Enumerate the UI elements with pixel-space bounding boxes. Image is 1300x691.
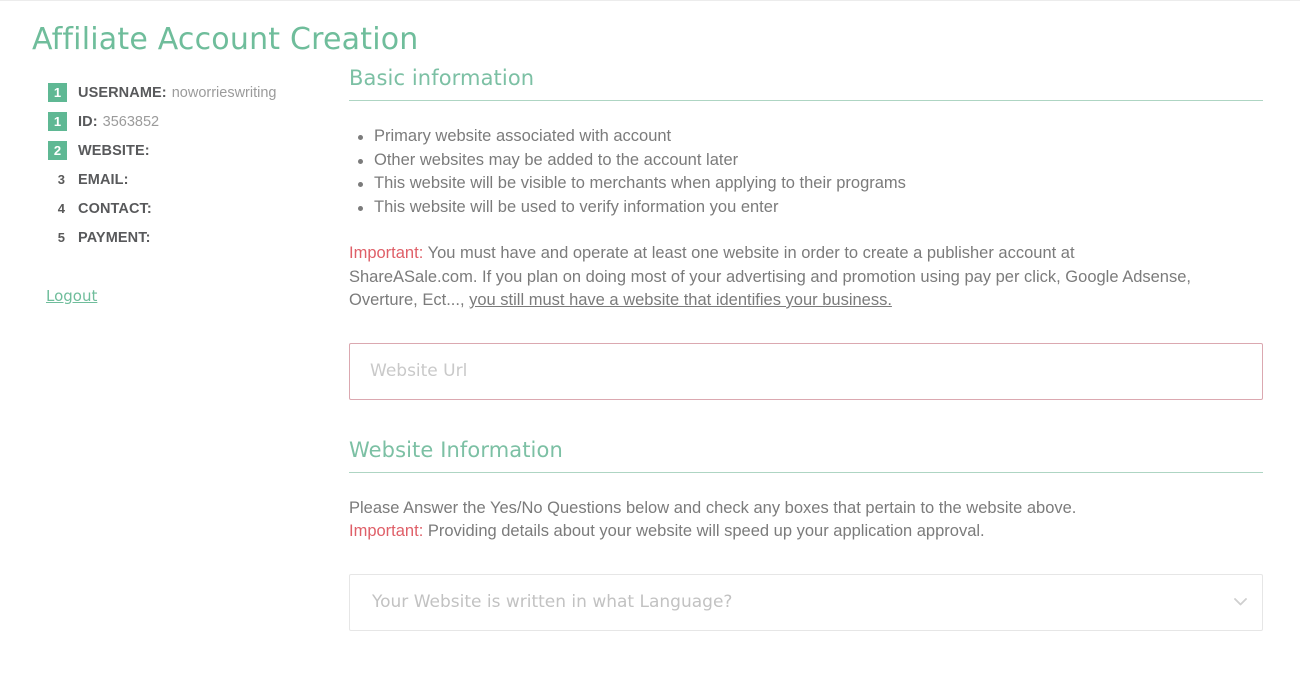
section-divider (349, 471, 1263, 473)
step-label: ID: (78, 113, 98, 130)
sidebar-step-username[interactable]: 1 USERNAME: noworrieswriting (48, 78, 328, 107)
page-top-divider (0, 0, 1300, 1)
step-label: USERNAME: (78, 84, 167, 101)
sidebar-step-email[interactable]: 3 EMAIL: (48, 165, 328, 194)
note-emphasis: you still must have a website that ident… (469, 291, 892, 309)
list-item: Primary website associated with account (358, 125, 1263, 149)
important-tag: Important: (349, 522, 424, 540)
step-label: WEBSITE: (78, 142, 150, 159)
step-label: CONTACT: (78, 200, 152, 217)
logout-link[interactable]: Logout (46, 287, 97, 305)
list-item: Other websites may be added to the accou… (358, 149, 1263, 173)
sidebar-step-contact[interactable]: 4 CONTACT: (48, 194, 328, 223)
list-item: This website will be used to verify info… (358, 196, 1263, 220)
step-number-badge: 1 (48, 83, 67, 102)
page-title: Affiliate Account Creation (32, 22, 419, 58)
sidebar-step-website[interactable]: 2 WEBSITE: (48, 136, 328, 165)
sidebar-step-id[interactable]: 1 ID: 3563852 (48, 107, 328, 136)
main-content: Basic information Primary website associ… (349, 66, 1263, 631)
step-number-badge: 3 (57, 172, 65, 187)
website-url-input[interactable] (349, 342, 1263, 400)
step-label: PAYMENT: (78, 229, 151, 246)
step-label: EMAIL: (78, 171, 129, 188)
language-select[interactable]: Your Website is written in what Language… (349, 573, 1263, 631)
basic-information-heading: Basic information (349, 66, 535, 90)
section-divider (349, 100, 1263, 101)
step-number-badge: 5 (57, 230, 65, 245)
important-body: Providing details about your website wil… (423, 522, 985, 540)
website-information-instructions: Please Answer the Yes/No Questions below… (349, 497, 1194, 544)
instruction-text: Please Answer the Yes/No Questions below… (349, 498, 1077, 517)
step-number-badge: 2 (48, 141, 67, 160)
step-value: 3563852 (102, 113, 160, 130)
important-tag: Important: (349, 244, 424, 262)
website-requirement-note: Important: You must have and operate at … (349, 242, 1194, 313)
step-number-badge: 4 (57, 201, 65, 216)
website-information-heading: Website Information (349, 437, 563, 462)
list-item: This website will be visible to merchant… (358, 172, 1263, 196)
language-select-wrapper[interactable]: Your Website is written in what Language… (349, 573, 1263, 631)
step-value: noworrieswriting (171, 84, 277, 101)
basic-information-bullets: Primary website associated with account … (349, 125, 1263, 219)
progress-sidebar: 1 USERNAME: noworrieswriting 1 ID: 35638… (48, 78, 328, 252)
sidebar-step-payment[interactable]: 5 PAYMENT: (48, 223, 328, 252)
step-number-badge: 1 (48, 112, 67, 131)
